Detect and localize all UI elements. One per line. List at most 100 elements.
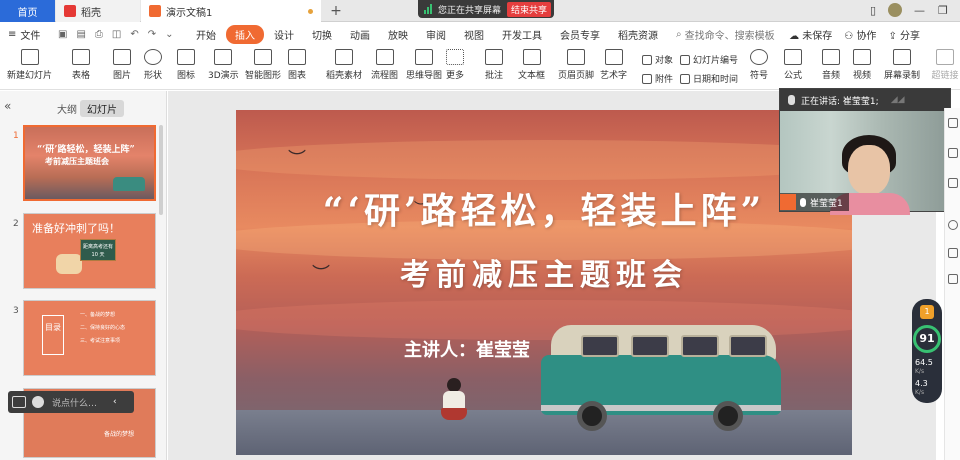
thumb-title: “‘研’路轻松，轻装上阵” [37,145,135,155]
shape-button[interactable]: 形状 [144,49,162,81]
hamburger-icon: ≡ [8,28,17,40]
avatar[interactable] [888,3,902,17]
unsaved-status[interactable]: ☁ 未保存 [789,27,832,42]
menu-insert[interactable]: 插入 [226,24,264,44]
shape-icon [144,49,162,65]
menu-view[interactable]: 视图 [456,25,492,44]
menu-slideshow[interactable]: 放映 [380,25,416,44]
location-icon[interactable] [948,274,958,284]
sidebar-toggle-icon[interactable]: ▯ [870,4,876,17]
command-search[interactable]: ⌕ 查找命令、搜索模板 [676,27,775,42]
share-pane-icon[interactable] [948,248,958,258]
formula-button[interactable]: 公式 [784,49,802,81]
chat-icon[interactable] [12,396,26,408]
menu-start[interactable]: 开始 [188,25,224,44]
user-icon [780,194,796,210]
chevron-down-icon[interactable]: ⌄ [165,29,173,40]
menu-daoke-resources[interactable]: 稻壳资源 [610,25,666,44]
girl-illustration [441,378,467,420]
thumb-text: 备战的梦想 [104,431,135,438]
attachment-button[interactable]: 附件 [642,72,673,85]
menu-design[interactable]: 设计 [266,25,302,44]
animation-pane-icon[interactable] [948,148,958,158]
toc-list: 一、备战的梦想 二、保持良好的心态 三、考试注意事项 [80,309,125,348]
performance-widget[interactable]: 1 91 64.5 K/s 4.3 K/s [912,299,942,403]
tab-home[interactable]: 首页 [0,0,55,22]
audio-button[interactable]: 音频 [822,49,840,81]
screen-record-button[interactable]: 屏幕录制 [884,49,920,81]
microphone-icon[interactable] [32,396,44,408]
save-icon[interactable]: ▣ [58,29,67,40]
preview-icon[interactable]: ◫ [112,29,121,40]
menu-review[interactable]: 审阅 [418,25,454,44]
smart-graphic-button[interactable]: 智能图形 [245,49,281,81]
insert-toolbar: 新建幻灯片 表格 图片 形状 图标 3D演示 智能图形 图表 稻壳素材 流程图 … [0,46,960,90]
video-call-window[interactable]: 正在讲话: 崔莹莹1; ◢◢ 崔莹莹1 [779,88,951,215]
tab-document[interactable]: 演示文稿1 [141,0,321,22]
new-tab-button[interactable]: + [326,0,346,22]
menu-member[interactable]: 会员专享 [552,25,608,44]
collaborate-button[interactable]: ⚇ 协作 [844,27,876,42]
symbol-button[interactable]: 符号 [750,49,768,81]
chat-input[interactable]: 说点什么… [52,396,97,409]
slide-title[interactable]: “‘研’路轻松，轻装上阵” [236,182,852,234]
video-button[interactable]: 视频 [853,49,871,81]
redo-icon[interactable]: ↷ [148,29,156,40]
icon-button[interactable]: 图标 [177,49,195,81]
panel-scrollbar[interactable] [159,125,163,215]
3d-demo-button[interactable]: 3D演示 [208,49,239,81]
flowchart-button[interactable]: 流程图 [371,49,398,81]
comment-button[interactable]: 批注 [485,49,503,81]
collapse-panel-icon[interactable]: « [4,99,11,113]
slide-thumbnail-1[interactable]: “‘研’路轻松，轻装上阵” 考前减压主题班会 [23,125,156,201]
file-menu[interactable]: ≡ 文件 [0,27,54,42]
table-button[interactable]: 表格 [72,49,90,81]
property-icon[interactable] [948,118,958,128]
minimize-button[interactable]: — [914,4,925,17]
print-icon[interactable]: ⎙ [95,29,103,40]
new-slide-button[interactable]: 新建幻灯片 [7,49,52,81]
tab-daoke[interactable]: 稻壳 [56,0,140,22]
microphone-icon [800,197,806,207]
stop-share-button[interactable]: 结束共享 [507,1,552,17]
daoke-logo-icon [64,5,76,17]
current-slide[interactable]: ︶ ︶ ︶ “‘研’路轻松，轻装上阵” 考前减压主题班会 主讲人：崔莹莹 [236,110,852,455]
restore-button[interactable]: ❐ [938,4,948,17]
mindmap-button[interactable]: 思维导图 [406,49,442,81]
slide-speaker[interactable]: 主讲人：崔莹莹 [404,336,530,362]
slide-number-button[interactable]: 幻灯片编号 [680,53,738,66]
open-icon[interactable]: ▤ [76,29,85,40]
smart-graphic-icon [254,49,272,65]
design-pane-icon[interactable] [948,178,958,188]
list-item: 二、保持良好的心态 [80,325,126,331]
menu-transition[interactable]: 切换 [304,25,340,44]
chart-button[interactable]: 图表 [288,49,306,81]
textbox-button[interactable]: 文本框 [518,49,545,81]
list-item: 三、考试注意事项 [80,338,121,344]
slide-thumbnail-2[interactable]: 准备好冲刺了吗！ 距离高考还有 10 天 [23,213,156,289]
undo-icon[interactable]: ↶ [130,29,138,40]
chevron-left-icon[interactable]: ‹ [113,397,117,407]
slide-subtitle[interactable]: 考前减压主题班会 [236,250,852,294]
van-wheel [577,401,607,431]
header-footer-button[interactable]: 页眉页脚 [558,49,594,81]
voice-chat-bar: 说点什么… ‹ [8,391,134,413]
tab-slides[interactable]: 幻灯片 [80,100,124,117]
tab-outline[interactable]: 大纲 [50,100,84,117]
menu-animation[interactable]: 动画 [342,25,378,44]
daoke-material-button[interactable]: 稻壳素材 [326,49,362,81]
wordart-icon [604,49,623,65]
date-time-button[interactable]: 日期和时间 [680,72,738,85]
more-icon [446,49,464,65]
more-button[interactable]: 更多 [446,49,464,81]
hyperlink-button[interactable]: 超链接 [930,49,960,81]
collapse-icon[interactable]: ◢◢ [891,95,905,105]
picture-button[interactable]: 图片 [113,49,131,81]
object-button[interactable]: 对象 [642,53,673,66]
help-icon[interactable] [948,220,958,230]
wordart-button[interactable]: 艺术字 [600,49,627,81]
share-button[interactable]: ⇪ 分享 [888,27,920,42]
calendar-icon [680,73,690,84]
menu-developer[interactable]: 开发工具 [494,25,550,44]
slide-thumbnail-3[interactable]: 目录 一、备战的梦想 二、保持良好的心态 三、考试注意事项 [23,300,156,376]
